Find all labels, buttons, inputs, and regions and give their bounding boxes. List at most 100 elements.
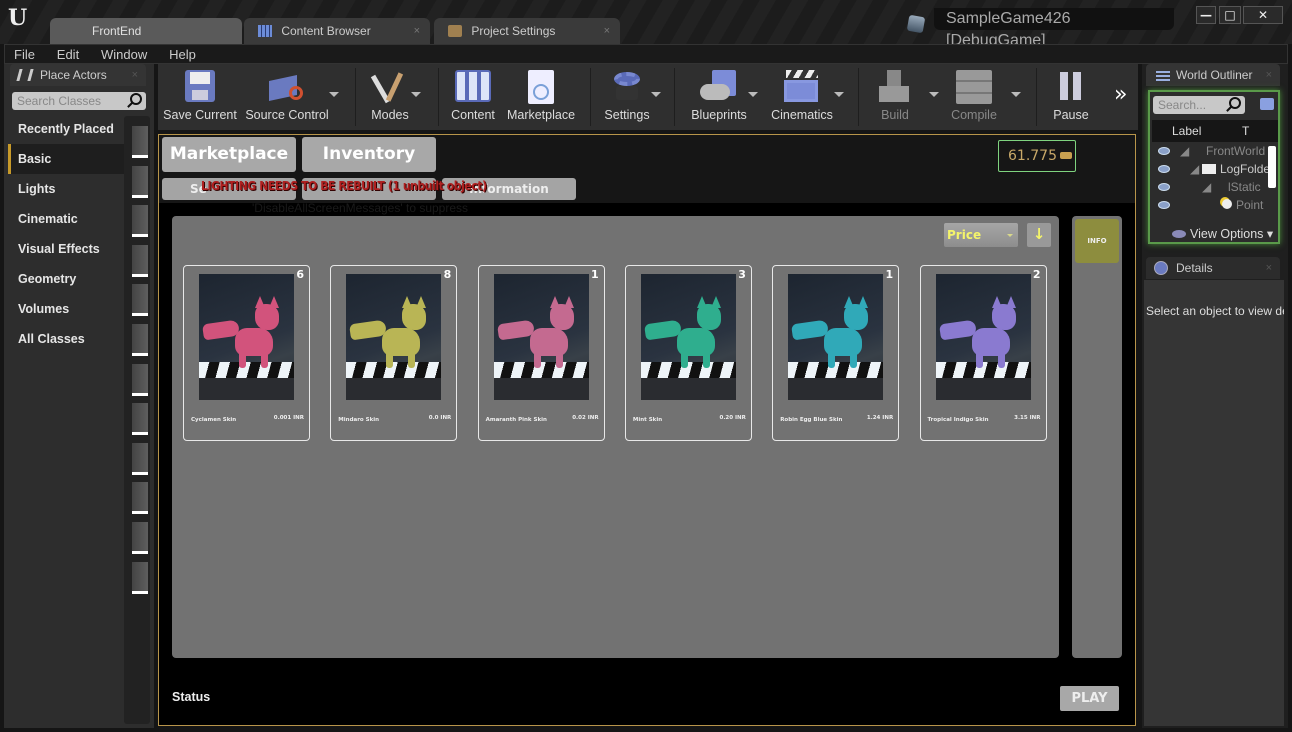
actor-thumbnail[interactable] <box>132 126 148 158</box>
expand-arrow-icon[interactable]: ◢ <box>1202 178 1211 196</box>
actor-thumbnail[interactable] <box>132 482 148 514</box>
item-card[interactable]: 1 Robin Egg Blue Skin 1.24 INR <box>772 265 900 441</box>
blueprints-dropdown-arrow[interactable] <box>748 92 758 97</box>
add-folder-icon[interactable] <box>1260 98 1274 110</box>
expand-arrow-icon[interactable]: ◢ <box>1180 142 1189 160</box>
settings-button[interactable]: Settings <box>598 64 656 130</box>
source-control-dropdown-arrow[interactable] <box>329 92 339 97</box>
settings-dropdown-arrow[interactable] <box>651 92 661 97</box>
tab-frontend[interactable]: FrontEnd <box>50 18 242 44</box>
shop-item-panel: Price ↓ 6 Cyclamen Skin 0.001 INR 8 Mindaro … <box>172 216 1059 658</box>
cinematics-dropdown-arrow[interactable] <box>834 92 844 97</box>
item-card[interactable]: 3 Mint Skin 0.20 INR <box>624 265 752 441</box>
tab-content-browser[interactable]: Content Browser × <box>244 18 430 44</box>
actor-thumbnail[interactable] <box>132 245 148 277</box>
item-card[interactable]: 6 Cyclamen Skin 0.001 INR <box>183 265 310 441</box>
actor-thumbnail[interactable] <box>132 205 148 237</box>
eye-icon[interactable] <box>1158 183 1170 191</box>
menu-window[interactable]: Window <box>92 45 156 64</box>
compile-button[interactable]: Compile <box>944 64 1004 130</box>
build-button[interactable]: Build <box>866 64 924 130</box>
close-icon[interactable]: × <box>132 64 138 86</box>
blueprints-button[interactable]: Blueprints <box>682 64 756 130</box>
outliner-row[interactable]: ◢ lStatic <box>1152 178 1278 196</box>
toolbar-separator <box>590 68 591 126</box>
close-icon[interactable]: × <box>1266 64 1272 86</box>
actor-thumbnail[interactable] <box>132 522 148 554</box>
actor-thumbnail[interactable] <box>132 166 148 198</box>
pause-button[interactable]: Pause <box>1044 64 1098 130</box>
outliner-row[interactable]: ◢ FrontWorld <box>1152 142 1278 160</box>
modes-button[interactable]: Modes <box>364 64 416 130</box>
menu-edit[interactable]: Edit <box>48 45 88 64</box>
view-options-button[interactable]: View Options ▾ <box>1172 226 1273 241</box>
toolbar-label: Modes <box>371 108 409 122</box>
search-icon[interactable] <box>130 93 142 105</box>
actor-thumbnail[interactable] <box>132 284 148 316</box>
screen-message-hint: 'DisableAllScreenMessages' to suppress <box>252 201 469 215</box>
actor-thumbnail[interactable] <box>132 443 148 475</box>
marketplace-tab-button[interactable]: Marketplace <box>162 137 296 172</box>
item-card[interactable]: 1 Amaranth Pink Skin 0.02 INR <box>477 265 605 441</box>
toolbar-separator <box>1036 68 1037 126</box>
tab-project-settings[interactable]: Project Settings × <box>434 18 620 44</box>
item-card[interactable]: 8 Mindaro Skin 0.0 INR <box>330 265 458 441</box>
item-name: Robin Egg Blue Skin <box>780 417 843 423</box>
place-actors-tab[interactable]: Place Actors × <box>10 64 146 86</box>
compile-dropdown-arrow[interactable] <box>1011 92 1021 97</box>
close-icon[interactable]: × <box>414 18 420 44</box>
game-viewport[interactable]: Marketplace Inventory Se Information 61.… <box>158 134 1136 726</box>
build-dropdown-arrow[interactable] <box>929 92 939 97</box>
category-lights[interactable]: Lights <box>8 174 126 204</box>
eye-icon <box>1172 230 1186 238</box>
outliner-search-input[interactable]: Search... <box>1153 96 1245 114</box>
actor-thumbnail[interactable] <box>132 562 148 594</box>
fox-leg <box>828 350 836 368</box>
close-window-button[interactable]: ✕ <box>1243 6 1283 24</box>
actor-thumbnail[interactable] <box>132 324 148 356</box>
close-icon[interactable]: × <box>1266 257 1272 279</box>
actor-thumbnail[interactable] <box>132 403 148 435</box>
toolbar-overflow-button[interactable]: » <box>1114 82 1127 107</box>
sort-by-dropdown[interactable]: Price <box>944 223 1018 247</box>
content-button[interactable]: Content <box>446 64 500 130</box>
item-card[interactable]: 2 Tropical Indigo Skin 3.15 INR <box>919 265 1047 441</box>
category-recently-placed[interactable]: Recently Placed <box>8 114 126 144</box>
cinematics-button[interactable]: Cinematics <box>764 64 840 130</box>
point-light-icon <box>1222 199 1232 209</box>
menu-help[interactable]: Help <box>160 45 205 64</box>
search-icon[interactable] <box>1229 97 1241 109</box>
actor-thumbnail[interactable] <box>132 364 148 396</box>
category-geometry[interactable]: Geometry <box>8 264 126 294</box>
save-current-button[interactable]: Save Current <box>162 64 238 130</box>
outliner-row[interactable]: ◢ LogFolder <box>1152 160 1278 178</box>
marketplace-button[interactable]: Marketplace <box>504 64 578 130</box>
world-outliner-tab[interactable]: World Outliner × <box>1146 64 1280 86</box>
category-cinematic[interactable]: Cinematic <box>8 204 126 234</box>
sort-order-button[interactable]: ↓ <box>1027 223 1051 247</box>
fox-leg <box>239 350 246 368</box>
column-type[interactable]: T <box>1242 120 1249 142</box>
info-button[interactable]: INFO <box>1075 219 1119 263</box>
play-button[interactable]: PLAY <box>1060 686 1119 711</box>
column-label[interactable]: Label <box>1172 120 1201 142</box>
category-visual-effects[interactable]: Visual Effects <box>8 234 126 264</box>
details-tab[interactable]: Details × <box>1146 257 1280 279</box>
outliner-row[interactable]: Point <box>1152 196 1278 214</box>
category-all-classes[interactable]: All Classes <box>8 324 126 354</box>
minimize-button[interactable]: — <box>1196 6 1216 24</box>
expand-arrow-icon[interactable]: ◢ <box>1190 160 1199 178</box>
search-classes-input[interactable]: Search Classes <box>12 92 146 110</box>
source-control-button[interactable]: Source Control <box>242 64 332 130</box>
eye-icon[interactable] <box>1158 147 1170 155</box>
modes-dropdown-arrow[interactable] <box>411 92 421 97</box>
category-volumes[interactable]: Volumes <box>8 294 126 324</box>
eye-icon[interactable] <box>1158 165 1170 173</box>
inventory-tab-button[interactable]: Inventory <box>302 137 436 172</box>
maximize-button[interactable]: □ <box>1219 6 1241 24</box>
category-basic[interactable]: Basic <box>8 144 126 174</box>
close-icon[interactable]: × <box>604 18 610 44</box>
eye-icon[interactable] <box>1158 201 1170 209</box>
menu-file[interactable]: File <box>5 45 44 64</box>
outliner-scrollbar[interactable] <box>1268 146 1276 188</box>
